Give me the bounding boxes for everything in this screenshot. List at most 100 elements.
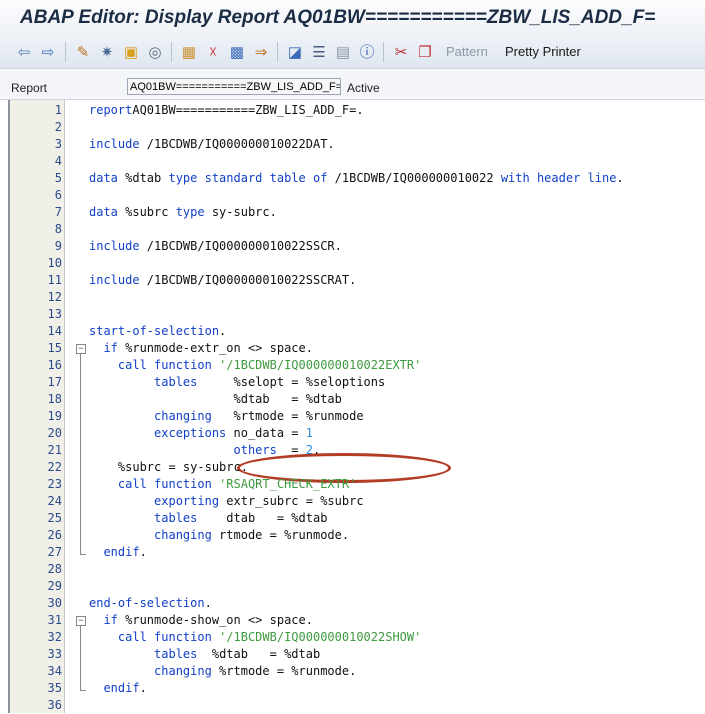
code-text[interactable]: include /1BCDWB/IQ000000010022SSCR. — [89, 238, 342, 255]
code-text[interactable]: exceptions no_data = 1 — [89, 425, 313, 442]
string-literal: '/1BCDWB/IQ000000010022SHOW' — [219, 630, 422, 644]
code-line[interactable]: 32 call function '/1BCDWB/IQ000000010022… — [8, 629, 705, 646]
cut-icon[interactable]: ✂ — [391, 42, 411, 62]
code-line[interactable]: 31 if %runmode-show_on <> space. — [8, 612, 705, 629]
code-text[interactable]: changing rtmode = %runmode. — [89, 527, 349, 544]
copy-icon[interactable]: ❐ — [415, 42, 435, 62]
code-line[interactable]: 23 call function 'RSAQRT_CHECK_EXTR' — [8, 476, 705, 493]
hierarchy-icon[interactable]: ☰ — [309, 42, 329, 62]
report-info-bar: Report AQ01BW===========ZBW_LIS_ADD_F= A… — [0, 69, 705, 100]
code-text[interactable]: changing %rtmode = %runmode — [89, 408, 364, 425]
navigation-window-icon[interactable]: ◪ — [285, 42, 305, 62]
code-line[interactable]: 8 — [8, 221, 705, 238]
code-text[interactable]: tables %selopt = %seloptions — [89, 374, 385, 391]
line-number: 34 — [47, 664, 62, 678]
code-line[interactable]: 35 endif. — [8, 680, 705, 697]
line-number: 1 — [54, 103, 62, 117]
other-object-icon[interactable]: ✎ — [73, 42, 93, 62]
pattern-button[interactable]: Pattern — [446, 44, 488, 59]
forward-arrow-icon[interactable]: ⇨ — [38, 42, 58, 62]
code-line[interactable]: 33 tables %dtab = %dtab — [8, 646, 705, 663]
display-change-icon[interactable]: ✷ — [97, 42, 117, 62]
code-text[interactable]: reportAQ01BW===========ZBW_LIS_ADD_F=. — [89, 102, 364, 119]
code-line[interactable]: 34 changing %rtmode = %runmode. — [8, 663, 705, 680]
number-literal: 2 — [305, 443, 313, 457]
code-line[interactable]: 14 start-of-selection. — [8, 323, 705, 340]
code-line[interactable]: 19 changing %rtmode = %runmode — [8, 408, 705, 425]
code-line[interactable]: 12 — [8, 289, 705, 306]
code-line[interactable]: 7 data %subrc type sy-subrc. — [8, 204, 705, 221]
collapse-block-icon[interactable]: − — [76, 616, 86, 626]
code-text[interactable]: tables dtab = %dtab — [89, 510, 327, 527]
code-line[interactable]: 15 if %runmode-extr_on <> space. — [8, 340, 705, 357]
code-line[interactable]: 16 call function '/1BCDWB/IQ000000010022… — [8, 357, 705, 374]
code-line[interactable]: 3 include /1BCDWB/IQ000000010022DAT. — [8, 136, 705, 153]
code-text[interactable]: %subrc = sy-subrc. — [89, 459, 248, 476]
code-line[interactable]: 22 %subrc = sy-subrc. — [8, 459, 705, 476]
toolbar-separator — [65, 42, 66, 62]
code-text[interactable]: endif. — [89, 544, 146, 561]
active-inactive-icon[interactable]: ▣ — [121, 42, 141, 62]
code-text[interactable]: changing %rtmode = %runmode. — [89, 663, 356, 680]
code-text[interactable]: data %dtab type standard table of /1BCDW… — [89, 170, 624, 187]
code-line[interactable]: 21 others = 2. — [8, 442, 705, 459]
code-token: AQ01BW===========ZBW_LIS_ADD_F=. — [132, 103, 364, 117]
code-text[interactable]: call function 'RSAQRT_CHECK_EXTR' — [89, 476, 356, 493]
code-line[interactable]: 10 — [8, 255, 705, 272]
info-icon[interactable]: ⓘ — [357, 42, 377, 62]
code-text[interactable]: include /1BCDWB/IQ000000010022DAT. — [89, 136, 335, 153]
line-number: 28 — [47, 562, 62, 576]
code-line[interactable]: 2 — [8, 119, 705, 136]
code-text[interactable]: start-of-selection. — [89, 323, 226, 340]
line-number: 18 — [47, 392, 62, 406]
code-line[interactable]: 26 changing rtmode = %runmode. — [8, 527, 705, 544]
code-line[interactable]: 27 endif. — [8, 544, 705, 561]
code-text[interactable]: others = 2. — [89, 442, 321, 459]
code-text[interactable]: if %runmode-extr_on <> space. — [89, 340, 313, 357]
code-text[interactable]: tables %dtab = %dtab — [89, 646, 320, 663]
collapse-block-icon[interactable]: − — [76, 344, 86, 354]
test-icon[interactable]: ☓ — [203, 42, 223, 62]
code-line[interactable]: 29 — [8, 578, 705, 595]
code-text[interactable]: include /1BCDWB/IQ000000010022SSCRAT. — [89, 272, 356, 289]
report-name-field[interactable]: AQ01BW===========ZBW_LIS_ADD_F= — [127, 78, 341, 95]
window-title-bar: ABAP Editor: Display Report AQ01BW======… — [0, 0, 705, 36]
line-number: 17 — [47, 375, 62, 389]
code-line[interactable]: 24 exporting extr_subrc = %subrc — [8, 493, 705, 510]
activate-icon[interactable]: ▦ — [179, 42, 199, 62]
check-icon[interactable]: ◎ — [145, 42, 165, 62]
line-number: 22 — [47, 460, 62, 474]
code-text[interactable]: end-of-selection. — [89, 595, 212, 612]
code-text[interactable]: if %runmode-show_on <> space. — [89, 612, 313, 629]
code-text[interactable]: %dtab = %dtab — [89, 391, 341, 408]
code-text[interactable]: data %subrc type sy-subrc. — [89, 204, 277, 221]
back-arrow-icon[interactable]: ⇦ — [14, 42, 34, 62]
code-line[interactable]: 6 — [8, 187, 705, 204]
pretty-printer-button[interactable]: Pretty Printer — [505, 44, 581, 59]
object-list-icon[interactable]: ⇒ — [251, 42, 271, 62]
code-line[interactable]: 1 reportAQ01BW===========ZBW_LIS_ADD_F=. — [8, 102, 705, 119]
code-line[interactable]: 17 tables %selopt = %seloptions — [8, 374, 705, 391]
code-line[interactable]: 18 %dtab = %dtab — [8, 391, 705, 408]
code-line[interactable]: 9 include /1BCDWB/IQ000000010022SSCR. — [8, 238, 705, 255]
code-text[interactable]: call function '/1BCDWB/IQ000000010022SHO… — [89, 629, 421, 646]
enhance-icon[interactable]: ▤ — [333, 42, 353, 62]
code-text[interactable]: endif. — [89, 680, 146, 697]
code-line[interactable]: 36 — [8, 697, 705, 714]
line-number: 6 — [54, 188, 62, 202]
code-editor[interactable]: 1 reportAQ01BW===========ZBW_LIS_ADD_F=. 2… — [8, 100, 705, 713]
code-text[interactable]: call function '/1BCDWB/IQ000000010022EXT… — [89, 357, 421, 374]
code-line[interactable]: 4 — [8, 153, 705, 170]
code-line[interactable]: 30 end-of-selection. — [8, 595, 705, 612]
code-line[interactable]: 11 include /1BCDWB/IQ000000010022SSCRAT. — [8, 272, 705, 289]
code-line[interactable]: 28 — [8, 561, 705, 578]
line-number: 11 — [47, 273, 62, 287]
where-used-icon[interactable]: ▩ — [227, 42, 247, 62]
code-line[interactable]: 25 tables dtab = %dtab — [8, 510, 705, 527]
code-line[interactable]: 20 exceptions no_data = 1 — [8, 425, 705, 442]
code-line[interactable]: 13 — [8, 306, 705, 323]
code-text[interactable]: exporting extr_subrc = %subrc — [89, 493, 364, 510]
code-line[interactable]: 5 data %dtab type standard table of /1BCD… — [8, 170, 705, 187]
